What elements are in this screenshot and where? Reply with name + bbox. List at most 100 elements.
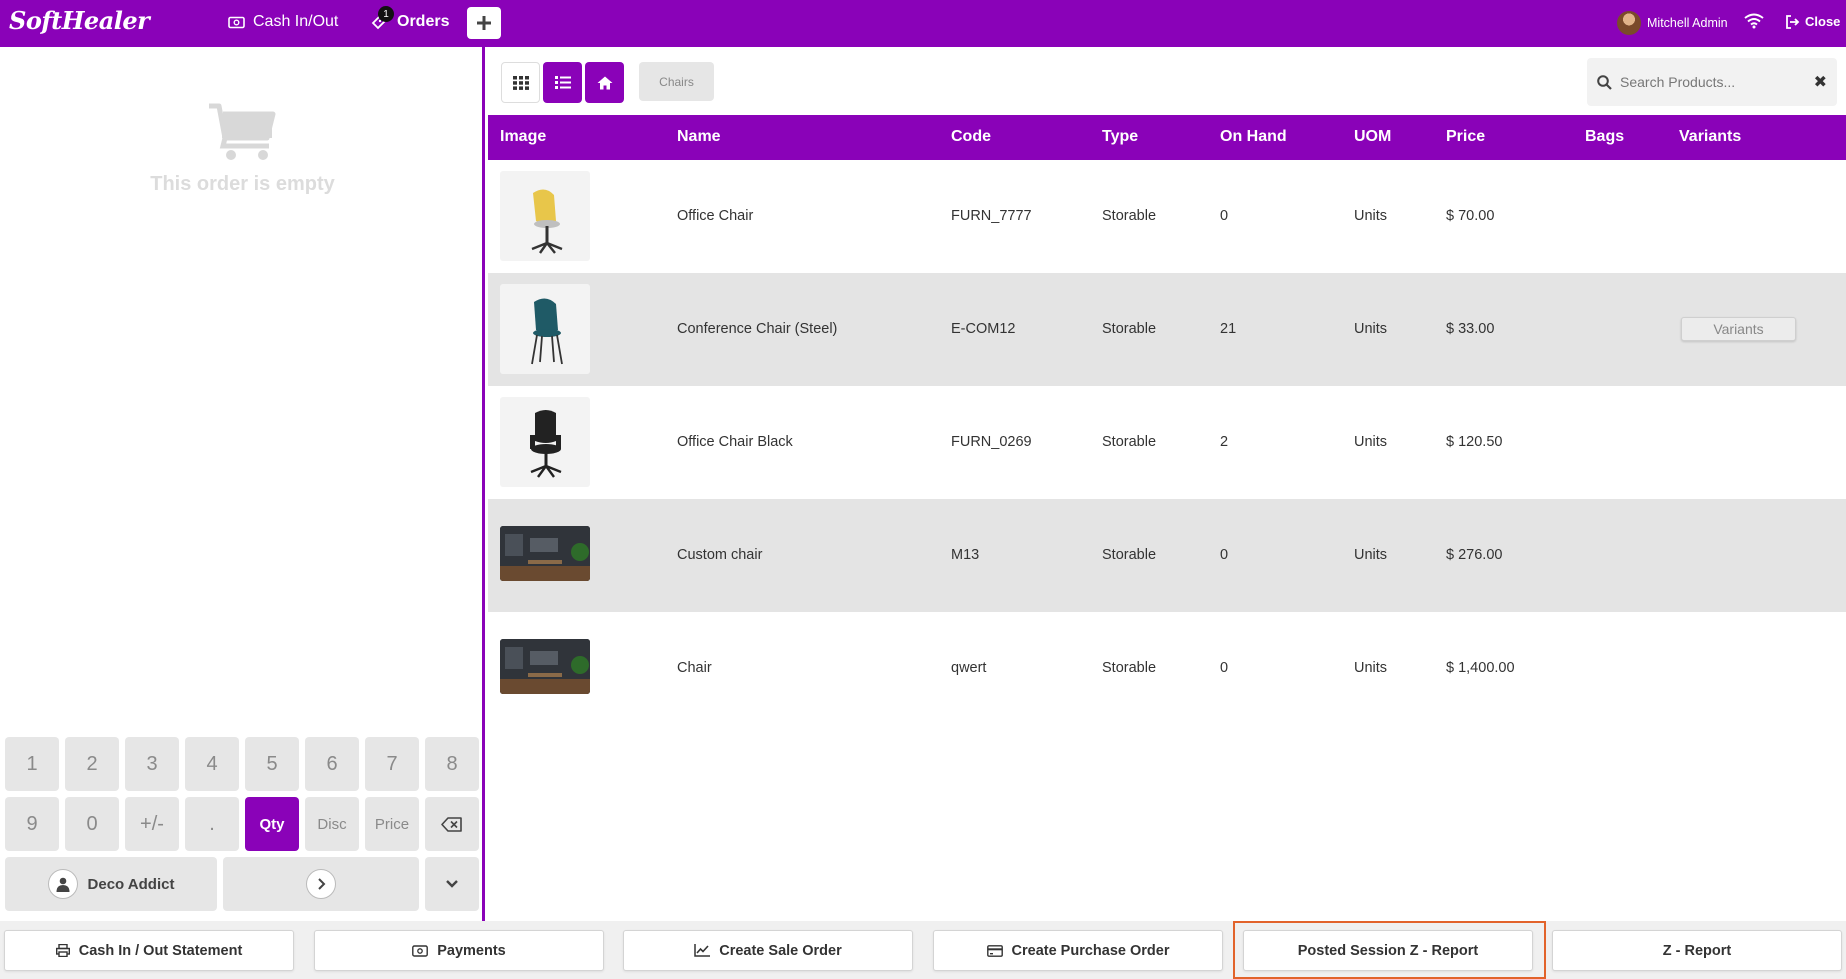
list-icon <box>554 76 571 89</box>
numpad-mode-qty[interactable]: Qty <box>245 797 299 851</box>
product-image <box>500 526 590 581</box>
softhealer-logo: SoftHealer <box>9 6 150 35</box>
product-on-hand: 2 <box>1220 434 1229 450</box>
column-header-name: Name <box>677 128 721 145</box>
cash-in-out-button[interactable]: Cash In/Out <box>228 13 338 31</box>
column-header-uom: UOM <box>1354 128 1392 145</box>
add-order-button[interactable] <box>467 7 501 39</box>
product-on-hand: 0 <box>1220 547 1229 563</box>
orders-count-badge: 1 <box>378 6 394 22</box>
product-type: Storable <box>1102 208 1157 224</box>
product-search: ✖ <box>1587 58 1837 106</box>
payments-button[interactable]: Payments <box>314 930 604 971</box>
table-row[interactable]: Office Chair Black FURN_0269 Storable 2 … <box>488 386 1846 499</box>
search-input[interactable] <box>1620 74 1806 90</box>
product-code: M13 <box>951 547 980 563</box>
product-on-hand: 0 <box>1220 208 1229 224</box>
create-purchase-order-button[interactable]: Create Purchase Order <box>933 930 1223 971</box>
column-header-code: Code <box>951 128 991 145</box>
numpad-mode-price[interactable]: Price <box>365 797 419 851</box>
cash-in-out-label: Cash In/Out <box>253 13 339 30</box>
close-session-button[interactable]: Close <box>1785 14 1840 29</box>
line-chart-icon <box>694 944 711 957</box>
numpad-key-decimal[interactable]: . <box>185 797 239 851</box>
backspace-icon <box>441 816 462 832</box>
numpad-key-5[interactable]: 5 <box>245 737 299 791</box>
money-icon <box>228 16 245 28</box>
product-name: Conference Chair (Steel) <box>677 321 838 337</box>
numpad-key-plus-minus[interactable]: +/- <box>125 797 179 851</box>
numpad-key-7[interactable]: 7 <box>365 737 419 791</box>
product-code: FURN_7777 <box>951 208 1032 224</box>
close-label: Close <box>1805 14 1841 29</box>
user-menu[interactable]: Mitchell Admin <box>1617 11 1728 35</box>
cash-statement-button[interactable]: Cash In / Out Statement <box>4 930 294 971</box>
category-chip-chairs[interactable]: Chairs <box>639 62 714 101</box>
column-header-on-hand: On Hand <box>1220 128 1287 145</box>
product-code: qwert <box>951 660 987 676</box>
payment-next-button[interactable] <box>223 857 419 911</box>
numpad-key-4[interactable]: 4 <box>185 737 239 791</box>
product-image <box>500 171 590 261</box>
more-options-button[interactable] <box>425 857 479 911</box>
home-category-button[interactable] <box>585 62 624 103</box>
avatar <box>1617 11 1641 35</box>
chevron-down-icon <box>446 880 458 888</box>
user-icon <box>47 869 78 899</box>
numpad-key-3[interactable]: 3 <box>125 737 179 791</box>
list-view-button[interactable] <box>543 62 582 103</box>
product-price: $ 120.50 <box>1446 434 1503 450</box>
table-row[interactable]: Office Chair FURN_7777 Storable 0 Units … <box>488 160 1846 273</box>
product-uom: Units <box>1354 660 1388 676</box>
table-row[interactable]: Conference Chair (Steel) E-COM12 Storabl… <box>488 273 1846 386</box>
numpad-key-0[interactable]: 0 <box>65 797 119 851</box>
product-name: Chair <box>677 660 712 676</box>
product-price: $ 33.00 <box>1446 321 1495 337</box>
sign-out-icon <box>1786 14 1800 29</box>
product-uom: Units <box>1354 321 1388 337</box>
product-name: Office Chair Black <box>677 434 793 450</box>
create-sale-order-button[interactable]: Create Sale Order <box>623 930 913 971</box>
cart-icon <box>209 103 276 160</box>
product-panel: Chairs ✖ Image Name Code Type On Hand UO… <box>488 47 1846 921</box>
numpad-mode-disc[interactable]: Disc <box>305 797 359 851</box>
chevron-right-icon <box>306 869 336 899</box>
user-name: Mitchell Admin <box>1647 16 1728 30</box>
numpad-key-8[interactable]: 8 <box>425 737 479 791</box>
column-header-variants: Variants <box>1679 128 1742 145</box>
table-row[interactable]: Custom chair M13 Storable 0 Units $ 276.… <box>488 499 1846 612</box>
plus-icon <box>477 16 491 30</box>
credit-card-icon <box>986 944 1003 957</box>
customer-button[interactable]: Deco Addict <box>5 857 217 911</box>
z-report-button[interactable]: Z - Report <box>1552 930 1842 971</box>
product-image <box>500 397 590 487</box>
product-name: Office Chair <box>677 208 754 224</box>
product-uom: Units <box>1354 547 1388 563</box>
highlight-box <box>1233 921 1546 979</box>
numpad-key-2[interactable]: 2 <box>65 737 119 791</box>
column-header-bags: Bags <box>1585 128 1625 145</box>
product-type: Storable <box>1102 660 1157 676</box>
top-bar: SoftHealer Cash In/Out Orders 1 Mitchell… <box>0 0 1846 47</box>
product-price: $ 1,400.00 <box>1446 660 1515 676</box>
empty-order-message: This order is empty <box>150 173 335 195</box>
variants-button[interactable]: Variants <box>1681 317 1796 341</box>
product-name: Custom chair <box>677 547 763 563</box>
create-sale-order-label: Create Sale Order <box>719 942 842 959</box>
grid-view-button[interactable] <box>501 62 540 103</box>
backspace-button[interactable] <box>425 797 479 851</box>
table-row[interactable]: Chair qwert Storable 0 Units $ 1,400.00 <box>488 612 1846 725</box>
clear-search-icon[interactable]: ✖ <box>1814 72 1827 92</box>
product-price: $ 276.00 <box>1446 547 1503 563</box>
numpad-key-6[interactable]: 6 <box>305 737 359 791</box>
numpad-key-9[interactable]: 9 <box>5 797 59 851</box>
product-uom: Units <box>1354 434 1388 450</box>
column-header-price: Price <box>1446 128 1486 145</box>
money-icon <box>412 944 429 957</box>
product-uom: Units <box>1354 208 1388 224</box>
column-header-type: Type <box>1102 128 1139 145</box>
numpad-key-1[interactable]: 1 <box>5 737 59 791</box>
create-purchase-order-label: Create Purchase Order <box>1011 942 1170 959</box>
orders-label: Orders <box>397 13 450 30</box>
wifi-icon <box>1744 13 1764 34</box>
